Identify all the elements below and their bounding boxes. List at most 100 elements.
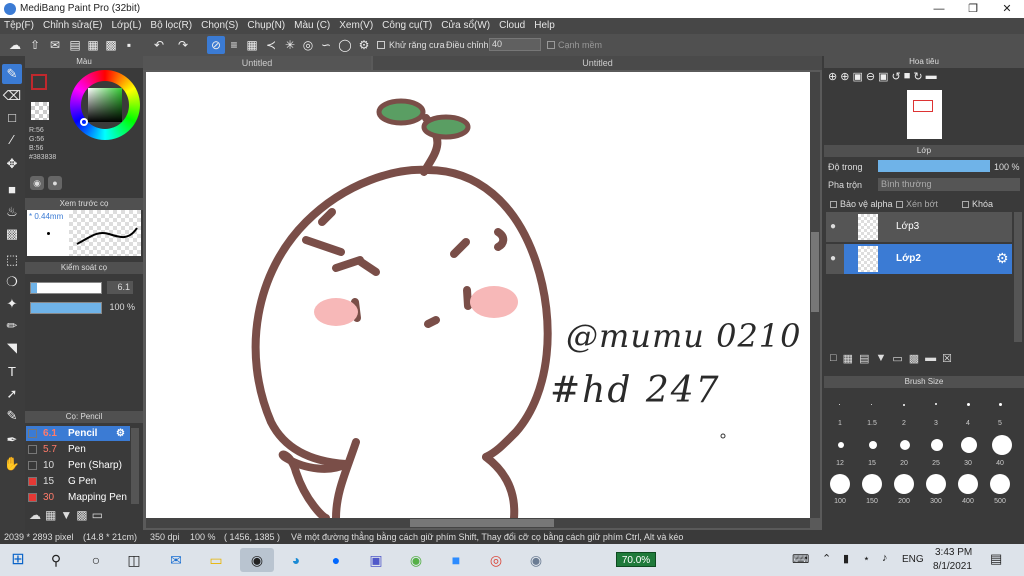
blend-mode-select[interactable]: Bình thường	[878, 178, 1020, 191]
task-view-icon[interactable]: ◫	[122, 548, 146, 572]
menu-view[interactable]: Xem(V)	[339, 18, 373, 34]
fullscreen-icon[interactable]: ■	[904, 70, 911, 90]
redo-icon[interactable]: ↷	[174, 36, 192, 54]
zoom-icon[interactable]: ■	[444, 548, 468, 572]
app-icon-grey[interactable]: ◉	[524, 548, 548, 572]
grid-snap-icon[interactable]: ▦	[243, 36, 261, 54]
menu-tools[interactable]: Công cụ(T)	[382, 18, 432, 34]
size-dot[interactable]	[838, 442, 844, 448]
notification-icon[interactable]: ▤	[990, 551, 1002, 567]
bucket-tool-icon[interactable]: ♨	[2, 202, 22, 222]
brush-item-pen-sharp[interactable]: 10 Pen (Sharp)	[26, 458, 130, 473]
size-dot[interactable]	[990, 474, 1010, 494]
soft-edge-checkbox[interactable]	[547, 41, 555, 49]
hue-marker[interactable]	[80, 118, 88, 126]
zoom-fit-icon[interactable]: ⊕	[828, 70, 837, 90]
zoom-in-icon[interactable]: ⊕	[840, 70, 849, 90]
antialias-checkbox[interactable]	[377, 41, 385, 49]
layer-opacity-slider[interactable]	[878, 160, 990, 172]
select-eraser-icon[interactable]: ◥	[2, 338, 22, 358]
magic-wand-icon[interactable]: ✦	[2, 294, 22, 314]
navigator-viewport[interactable]	[913, 100, 933, 112]
minimize-button[interactable]: —	[922, 0, 956, 18]
brush-size-slider[interactable]	[30, 282, 102, 294]
chrome-icon[interactable]: ◎	[484, 548, 508, 572]
brush-item-g-pen[interactable]: 15 G Pen	[26, 474, 130, 489]
menu-snap[interactable]: Chụp(N)	[247, 18, 285, 34]
zalo-icon[interactable]: ●	[324, 548, 348, 572]
size-dot[interactable]	[871, 404, 872, 405]
tab-untitled-1[interactable]: Untitled	[143, 56, 371, 70]
fill-rect-tool-icon[interactable]: ■	[2, 180, 22, 200]
line-tool-icon[interactable]: ∕	[2, 130, 22, 150]
restore-button[interactable]: ❐	[956, 0, 990, 18]
size-dot[interactable]	[967, 403, 970, 406]
size-dot[interactable]	[903, 404, 905, 406]
cortana-icon[interactable]: ○	[84, 548, 108, 572]
tab-untitled-2[interactable]: Untitled	[373, 56, 822, 70]
clock-date[interactable]: 8/1/2021	[933, 561, 972, 572]
duplicate-layer-icon[interactable]: ▩	[909, 352, 919, 368]
layer-gear-icon[interactable]: ⚙	[996, 250, 1009, 267]
snap-off-icon[interactable]: ⊘	[207, 36, 225, 54]
search-icon[interactable]: ⚲	[44, 548, 68, 572]
actual-size-icon[interactable]: ▣	[878, 70, 888, 90]
document-icon[interactable]: ▦	[84, 36, 102, 54]
vertical-scrollbar[interactable]	[810, 72, 820, 518]
ellipse-snap-icon[interactable]: ◯	[336, 36, 354, 54]
select-pen-icon[interactable]: ✏	[2, 316, 22, 336]
brush-item-mapping-pen[interactable]: 30 Mapping Pen	[26, 490, 130, 505]
shape-tool-icon[interactable]: □	[2, 108, 22, 128]
parallel-snap-icon[interactable]: ≡	[225, 36, 243, 54]
rotate-right-icon[interactable]: ↻	[913, 70, 922, 90]
edge-icon[interactable]: ◕	[284, 548, 308, 572]
eyedropper-tool-icon[interactable]: ✒	[2, 430, 22, 450]
foreground-color-swatch[interactable]	[31, 74, 47, 90]
keyboard-icon[interactable]: ⌨	[792, 552, 809, 566]
rotate-left-icon[interactable]: ↺	[891, 70, 900, 90]
cloud-brush-icon[interactable]: ☁	[29, 508, 41, 526]
mail-icon[interactable]: ✉	[164, 548, 188, 572]
new-layer-icon[interactable]: □	[830, 352, 837, 368]
volume-icon[interactable]: ♪	[882, 552, 888, 564]
undo-icon[interactable]: ↶	[150, 36, 168, 54]
brush-size-value[interactable]: 6.1	[107, 281, 133, 294]
app-icon-green[interactable]: ◉	[404, 548, 428, 572]
clock-time[interactable]: 3:43 PM	[935, 547, 972, 558]
eye-icon[interactable]: ●	[830, 221, 836, 232]
lasso-tool-icon[interactable]: ❍	[2, 272, 22, 292]
upload-icon[interactable]: ⇧	[26, 36, 44, 54]
layer-row-lop2[interactable]: ● Lớp2 ⚙	[826, 244, 1012, 274]
settings-icon[interactable]: ⚙	[355, 36, 373, 54]
curve-snap-icon[interactable]: ∽	[317, 36, 335, 54]
radial-snap-icon[interactable]: ✳	[281, 36, 299, 54]
eraser-tool-icon[interactable]: ⌫	[2, 86, 22, 106]
size-dot[interactable]	[839, 404, 840, 405]
size-dot[interactable]	[958, 474, 978, 494]
zoom-out-icon[interactable]: ⊖	[866, 70, 875, 90]
battery-icon[interactable]: ▮	[843, 552, 849, 565]
drawing-canvas[interactable]: @mumu 0210 #hd 247	[146, 72, 810, 518]
fit-window-icon[interactable]: ▣	[852, 70, 862, 90]
teams-icon[interactable]: ▣	[364, 548, 388, 572]
windows-start-icon[interactable]: ⊞	[6, 548, 30, 572]
size-dot[interactable]	[830, 474, 850, 494]
menu-color[interactable]: Màu (C)	[294, 18, 330, 34]
menu-layer[interactable]: Lớp(L)	[112, 18, 142, 34]
menu-cloud[interactable]: Cloud	[499, 18, 525, 34]
flip-icon[interactable]: ▬	[926, 70, 937, 90]
brush-menu-icon[interactable]: ▼	[60, 508, 72, 526]
menu-select[interactable]: Chọn(S)	[201, 18, 238, 34]
color-wheel[interactable]	[70, 70, 140, 140]
saturation-box[interactable]	[88, 88, 122, 122]
merge-layer-icon[interactable]: ▬	[925, 352, 936, 368]
menu-file[interactable]: Tệp(F)	[4, 18, 34, 34]
menu-window[interactable]: Cửa sổ(W)	[441, 18, 490, 34]
menu-help[interactable]: Help	[534, 18, 555, 34]
gradient-tool-icon[interactable]: ▩	[2, 224, 22, 244]
size-dot[interactable]	[869, 441, 877, 449]
brush-opacity-slider[interactable]	[30, 302, 102, 314]
correction-select[interactable]: 40	[489, 38, 541, 51]
close-button[interactable]: ✕	[990, 0, 1024, 18]
gear-icon[interactable]: ⚙	[116, 426, 125, 441]
